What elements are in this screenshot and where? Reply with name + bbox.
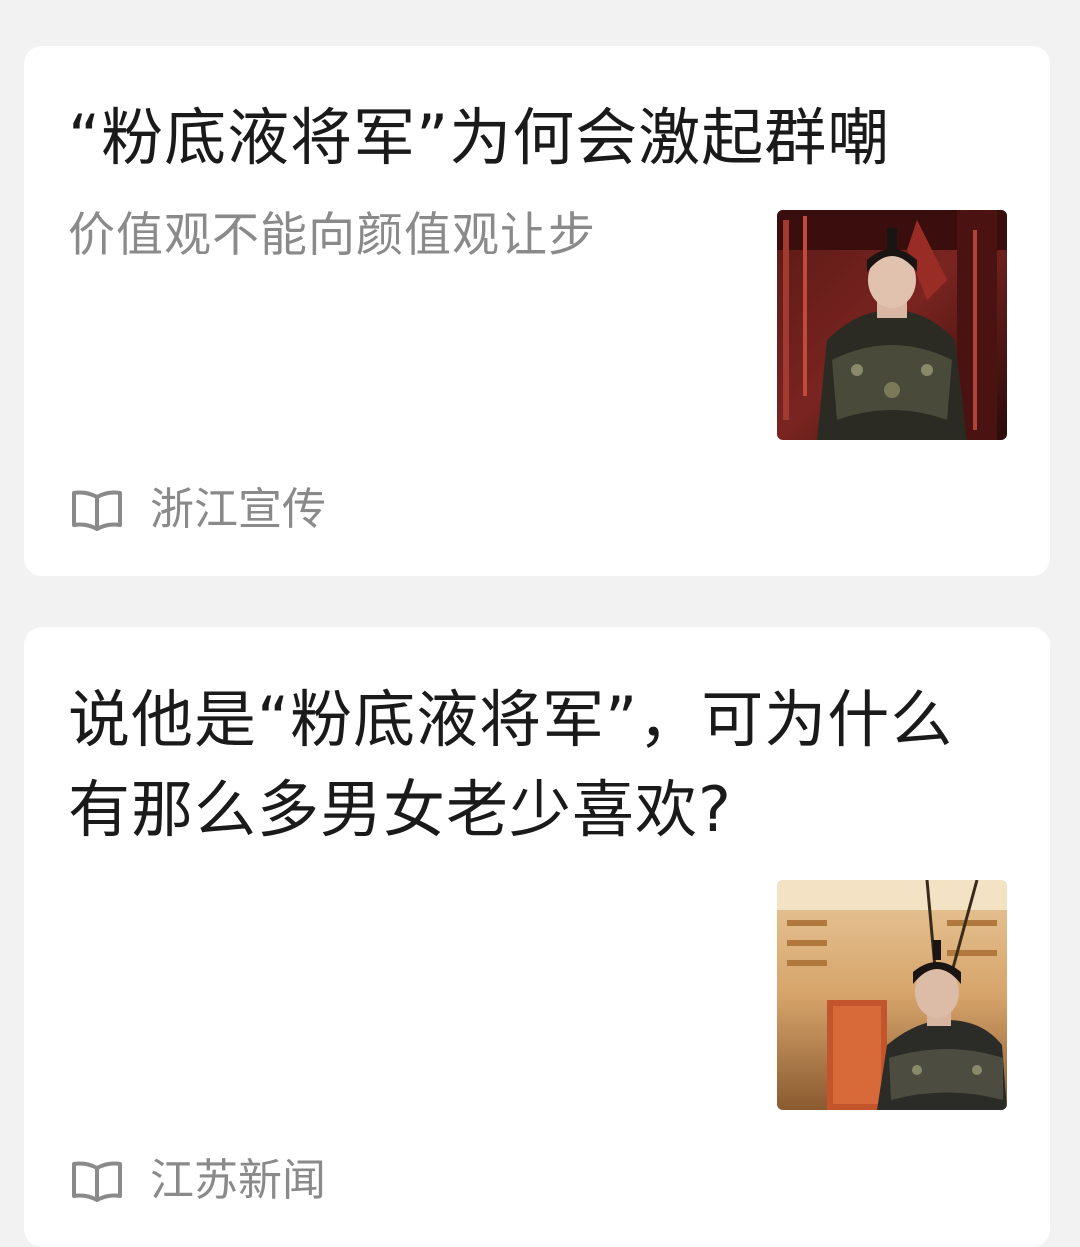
article-title[interactable]: 说他是“粉底液将军”，可为什么有那么多男女老少喜欢?: [68, 675, 980, 855]
article-source[interactable]: 浙江宣传: [70, 482, 326, 538]
source-name: 江苏新闻: [150, 1155, 326, 1206]
article-title[interactable]: “粉底液将军”为何会激起群嘲: [68, 93, 980, 183]
article-thumbnail[interactable]: [777, 210, 1007, 440]
thumbnail-image: [777, 210, 1007, 440]
card-edge: [1028, 98, 1050, 152]
source-name: 浙江宣传: [150, 484, 326, 535]
article-card[interactable]: “粉底液将军”为何会激起群嘲 价值观不能向颜值观让步 浙江宣传: [24, 46, 1050, 576]
article-source[interactable]: 江苏新闻: [70, 1153, 326, 1209]
article-subtitle: 价值观不能向颜值观让步: [68, 208, 596, 263]
article-card[interactable]: 说他是“粉底液将军”，可为什么有那么多男女老少喜欢? 江苏新闻: [24, 627, 1050, 1247]
book-icon: [72, 1161, 122, 1202]
book-icon: [72, 490, 122, 531]
article-thumbnail[interactable]: [777, 880, 1007, 1110]
thumbnail-image: [777, 880, 1007, 1110]
